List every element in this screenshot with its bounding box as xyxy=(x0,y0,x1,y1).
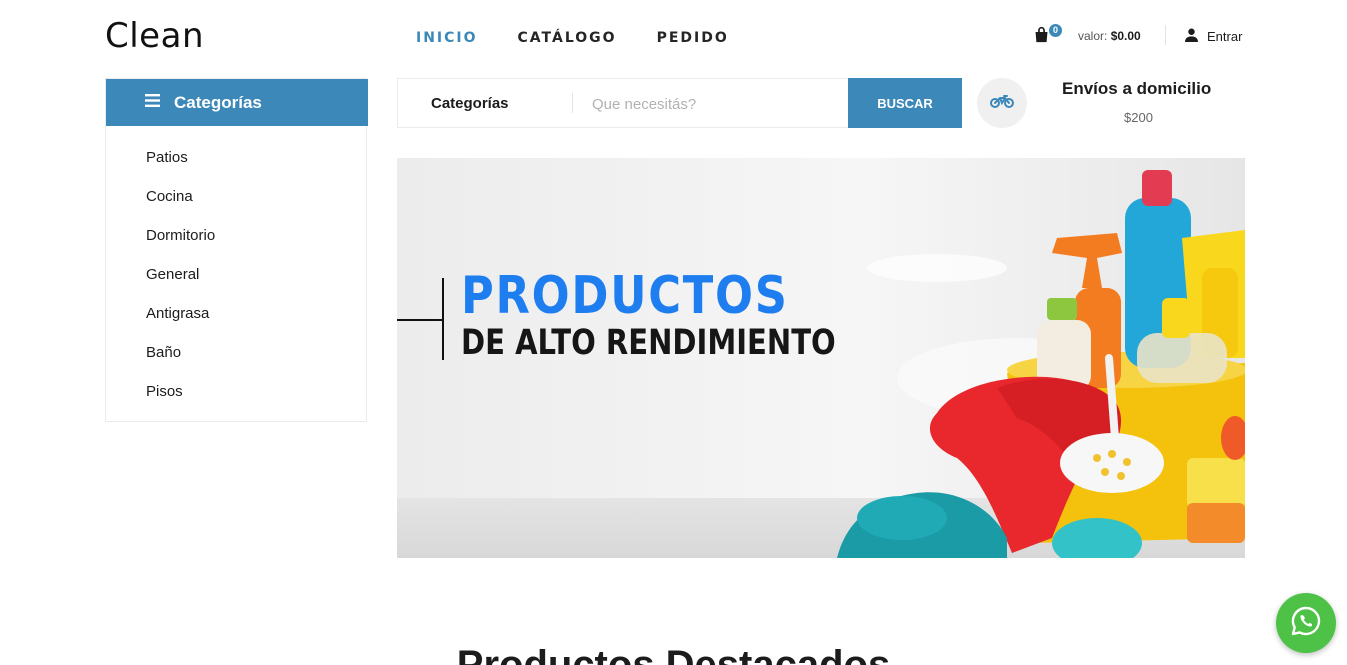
search-input[interactable] xyxy=(592,89,842,119)
category-item-general[interactable]: General xyxy=(146,266,215,305)
banner-subheadline: DE ALTO RENDIMIENTO xyxy=(461,323,836,363)
cart-count-badge: 0 xyxy=(1049,24,1062,37)
hero-banner[interactable]: PRODUCTOS DE ALTO RENDIMIENTO xyxy=(397,158,1245,558)
shipping-badge xyxy=(977,78,1027,128)
cart-button[interactable]: 0 xyxy=(1033,24,1062,47)
header-divider xyxy=(1165,25,1166,45)
cart-value: valor: $0.00 xyxy=(1078,29,1141,43)
search-separator xyxy=(572,93,573,113)
shipping-price: $200 xyxy=(1124,110,1153,125)
banner-line-vertical xyxy=(442,278,444,360)
login-label: Entrar xyxy=(1207,29,1243,44)
whatsapp-icon xyxy=(1290,605,1322,642)
whatsapp-button[interactable] xyxy=(1276,593,1336,653)
nav-pedido[interactable]: PEDIDO xyxy=(657,30,729,46)
site-header: Clean INICIO CATÁLOGO PEDIDO 0 valor: $0… xyxy=(0,0,1347,78)
banner-headline: PRODUCTOS xyxy=(461,266,789,326)
motorcycle-icon xyxy=(990,94,1014,113)
cart-value-label: valor: xyxy=(1078,29,1108,43)
site-logo[interactable]: Clean xyxy=(105,16,204,56)
categories-list: Patios Cocina Dormitorio General Antigra… xyxy=(146,149,215,422)
hamburger-icon xyxy=(145,93,160,112)
shipping-title: Envíos a domicilio xyxy=(1062,79,1212,98)
category-item-cocina[interactable]: Cocina xyxy=(146,188,215,227)
nav-catalogo[interactable]: CATÁLOGO xyxy=(518,30,617,46)
categories-sidebar: Categorías Patios Cocina Dormitorio Gene… xyxy=(105,78,368,422)
user-icon xyxy=(1185,28,1198,45)
search-bar: Categorías BUSCAR xyxy=(397,78,962,128)
cart-value-amount: $0.00 xyxy=(1110,29,1141,43)
login-link[interactable]: Entrar xyxy=(1185,28,1242,45)
category-item-bano[interactable]: Baño xyxy=(146,344,215,383)
category-item-pisos[interactable]: Pisos xyxy=(146,383,215,422)
category-item-dormitorio[interactable]: Dormitorio xyxy=(146,227,215,266)
shopping-bag-icon xyxy=(1033,26,1050,47)
categories-toggle[interactable]: Categorías xyxy=(106,79,368,126)
category-item-patios[interactable]: Patios xyxy=(146,149,215,188)
category-item-antigrasa[interactable]: Antigrasa xyxy=(146,305,215,344)
banner-line-horizontal xyxy=(397,319,443,321)
search-category-dropdown[interactable]: Categorías xyxy=(431,95,509,112)
search-button[interactable]: BUSCAR xyxy=(848,78,962,128)
categories-title: Categorías xyxy=(174,92,262,112)
featured-section-title: Productos Destacados xyxy=(456,643,891,665)
nav-inicio[interactable]: INICIO xyxy=(416,30,478,46)
main-nav: INICIO CATÁLOGO PEDIDO xyxy=(416,30,769,46)
